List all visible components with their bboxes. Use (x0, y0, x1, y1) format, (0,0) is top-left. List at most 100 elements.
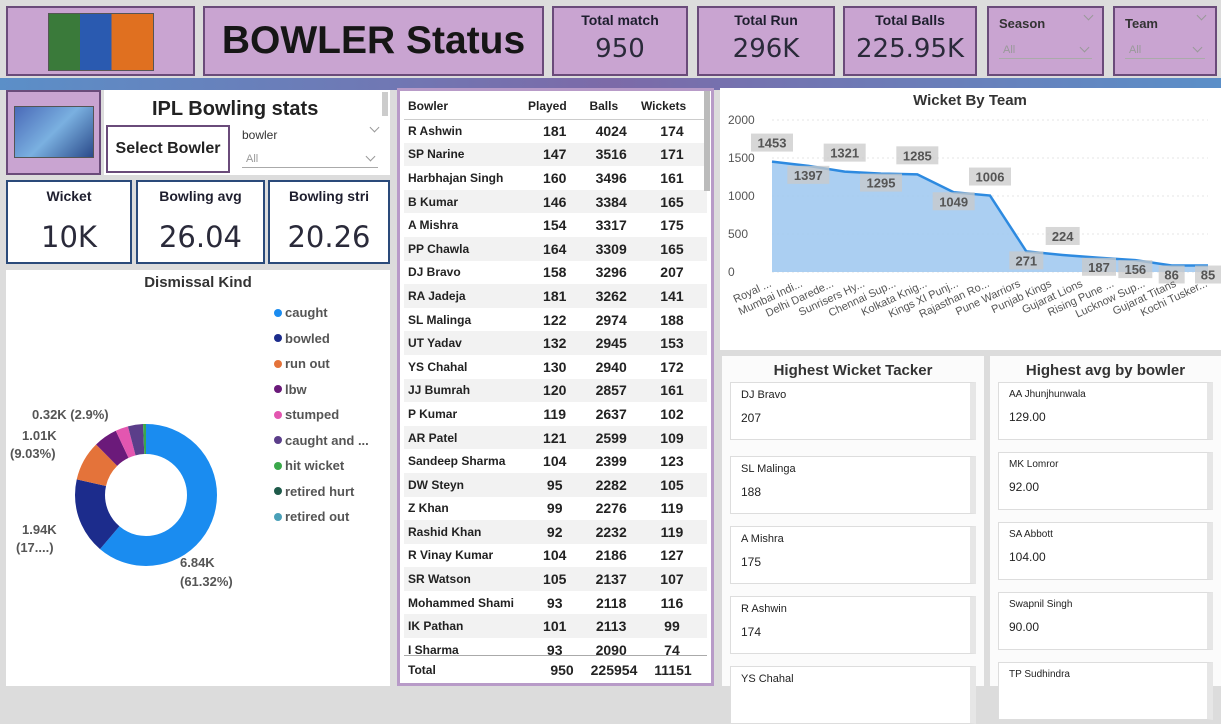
table-row[interactable]: UT Yadav 132 2945 153 (404, 331, 707, 355)
list-item[interactable]: SA Abbott 104.00 (998, 522, 1213, 580)
table-row[interactable]: R Ashwin 181 4024 174 (404, 119, 707, 143)
table-row[interactable]: P Kumar 119 2637 102 (404, 402, 707, 426)
col-header-balls[interactable]: Balls (585, 93, 637, 120)
legend-dot (274, 385, 282, 394)
col-header-bowler[interactable]: Bowler (404, 93, 524, 120)
list-item[interactable]: MK Lomror 92.00 (998, 452, 1213, 510)
cell-wickets: 109 (660, 429, 684, 446)
table-row[interactable]: DJ Bravo 158 3296 207 (404, 261, 707, 285)
list-item[interactable]: A Mishra 175 (730, 526, 976, 584)
legend-hit-wicket[interactable]: hit wicket (274, 453, 369, 479)
list-name: DJ Bravo (741, 389, 787, 401)
season-slicer[interactable]: Season All (987, 6, 1104, 76)
chevron-down-icon (365, 151, 376, 162)
ipl-stats-card: IPL Bowling stats Select Bowler bowler A… (104, 90, 390, 175)
legend-run-out[interactable]: run out (274, 351, 369, 377)
donut-label-bowled-value: 1.94K (22, 522, 57, 537)
table-row[interactable]: Rashid Khan 92 2232 119 (404, 520, 707, 544)
table-row[interactable]: Z Khan 99 2276 119 (404, 497, 707, 521)
table-row[interactable]: A Mishra 154 3317 175 (404, 213, 707, 237)
team-dropdown[interactable]: All (1125, 41, 1205, 59)
legend-bowled[interactable]: bowled (274, 326, 369, 352)
col-header-played[interactable]: Played (524, 93, 586, 120)
bowler-slicer[interactable]: bowler All (236, 122, 384, 172)
cell-wickets: 161 (660, 382, 684, 399)
bowler-value: All (246, 152, 259, 165)
list-name: SA Abbott (1009, 529, 1053, 540)
legend-retired-hurt[interactable]: retired hurt (274, 479, 369, 505)
kpi-value: 225.95K (855, 34, 965, 64)
stat-bowling-strike: Bowling stri 20.26 (268, 180, 390, 264)
cell-balls: 2857 (595, 382, 627, 399)
team-slicer[interactable]: Team All (1113, 6, 1217, 76)
list-item[interactable]: SL Malinga 188 (730, 456, 976, 514)
table-row[interactable]: PP Chawla 164 3309 165 (404, 236, 707, 261)
table-row[interactable]: R Vinay Kumar 104 2186 127 (404, 544, 707, 568)
data-label: 224 (1045, 226, 1080, 245)
col-header-wickets[interactable]: Wickets (636, 93, 707, 120)
legend-dot (274, 436, 282, 445)
cell-balls: 2940 (595, 358, 627, 375)
table-row[interactable]: DW Steyn 95 2282 105 (404, 472, 707, 497)
table-row[interactable]: AR Patel 121 2599 109 (404, 425, 707, 450)
cell-bowler: Harbhajan Singh (408, 170, 504, 185)
list-item[interactable]: Swapnil Singh 90.00 (998, 592, 1213, 650)
table-row[interactable]: Harbhajan Singh 160 3496 161 (404, 166, 707, 190)
table-row[interactable]: SP Narine 147 3516 171 (404, 142, 707, 167)
legend-dot (274, 461, 282, 470)
cell-played: 101 (543, 618, 567, 635)
dismissal-donut[interactable] (66, 415, 226, 575)
list-value: 188 (741, 485, 762, 499)
legend-retired-out[interactable]: retired out (274, 504, 369, 530)
cell-played: 132 (543, 335, 567, 352)
cell-wickets: 127 (660, 547, 684, 564)
table-row[interactable]: IK Pathan 101 2113 99 (404, 614, 707, 639)
cell-bowler: SP Narine (408, 147, 465, 162)
table-scrollbar[interactable] (704, 91, 710, 191)
list-item[interactable]: R Ashwin 174 (730, 596, 976, 654)
legend-caught[interactable]: caught (274, 300, 369, 326)
table-row[interactable]: Mohammed Shami 93 2118 116 (404, 591, 707, 615)
y-tick-label: 0 (728, 265, 735, 279)
list-item[interactable]: AA Jhunjhunwala 129.00 (998, 382, 1213, 440)
season-dropdown[interactable]: All (999, 41, 1092, 59)
table-row[interactable]: SL Malinga 122 2974 188 (404, 308, 707, 332)
page-title: BOWLER Status (221, 19, 526, 62)
table-row[interactable]: B Kumar 146 3384 165 (404, 189, 707, 214)
kpi-total-run: Total Run 296K (697, 6, 835, 76)
chevron-down-icon[interactable] (1196, 10, 1207, 21)
cell-balls: 3296 (595, 264, 627, 281)
table-total-row: Total 950 225954 11151 (404, 655, 707, 683)
cell-played: 104 (543, 547, 567, 564)
stat-label: Bowling stri (288, 188, 370, 204)
chevron-down-icon[interactable] (1083, 10, 1094, 21)
legend-lbw[interactable]: lbw (274, 377, 369, 403)
cell-balls: 3496 (595, 169, 627, 186)
cell-wickets: 153 (660, 335, 684, 352)
table-row[interactable]: Sandeep Sharma 104 2399 123 (404, 449, 707, 473)
data-label: 1453 (751, 133, 793, 152)
list-item[interactable]: YS Chahal (730, 666, 976, 724)
team-value: All (1129, 43, 1142, 56)
cell-played: 158 (543, 264, 567, 281)
bowler-table: Bowler Played Balls Wickets R Ashwin 181 4… (404, 93, 707, 662)
table-body: R Ashwin 181 4024 174 SP Narine 147 3516 171 Har… (404, 119, 707, 662)
chevron-down-icon[interactable] (369, 122, 380, 133)
cell-played: 160 (543, 169, 567, 186)
dismissal-legend: caught bowled run out lbw stumped caught… (274, 300, 369, 530)
total-balls: 225954 (590, 661, 638, 678)
table-row[interactable]: JJ Bumrah 120 2857 161 (404, 378, 707, 403)
bowler-photo-tile (6, 90, 101, 175)
scrollbar[interactable] (382, 92, 388, 116)
cell-played: 120 (543, 382, 567, 399)
bowler-dropdown[interactable]: All (242, 150, 378, 168)
table-row[interactable]: SR Watson 105 2137 107 (404, 567, 707, 591)
list-item[interactable]: TP Sudhindra (998, 662, 1213, 720)
legend-caught-and-bowled[interactable]: caught and ... (274, 428, 369, 454)
cell-wickets: 102 (660, 405, 684, 422)
table-row[interactable]: RA Jadeja 181 3262 141 (404, 284, 707, 308)
table-row[interactable]: YS Chahal 130 2940 172 (404, 355, 707, 379)
donut-label-run-out-pct: (9.03%) (10, 446, 56, 461)
list-item[interactable]: DJ Bravo 207 (730, 382, 976, 440)
legend-stumped[interactable]: stumped (274, 402, 369, 428)
